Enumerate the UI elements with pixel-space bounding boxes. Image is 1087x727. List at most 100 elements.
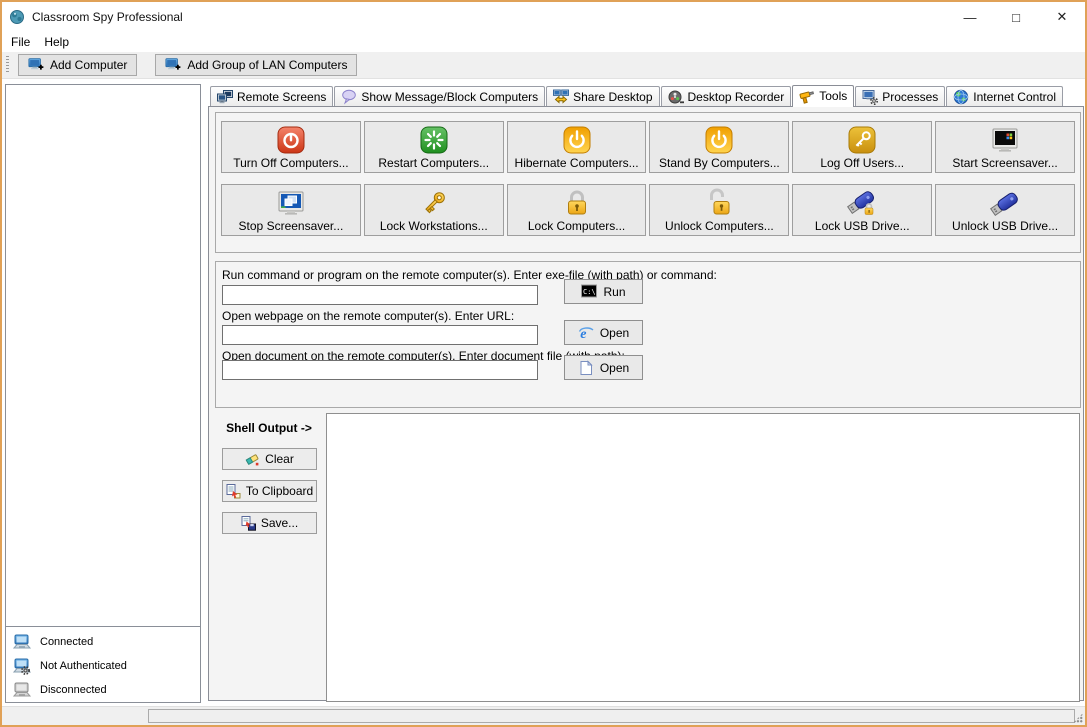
open-url-input[interactable] xyxy=(222,325,538,345)
menu-file[interactable]: File xyxy=(4,33,37,51)
computer-disconnected-icon xyxy=(12,682,32,699)
minimize-button[interactable]: — xyxy=(947,2,993,32)
tool-label: Restart Computers... xyxy=(378,156,489,170)
add-group-button[interactable]: Add Group of LAN Computers xyxy=(155,54,357,76)
open-url-label: Open webpage on the remote computer(s). … xyxy=(222,309,514,323)
toolbar: Add Computer Add Group of LAN Computers xyxy=(2,52,1085,79)
tab-tools[interactable]: Tools xyxy=(792,85,854,107)
tool-label: Log Off Users... xyxy=(820,156,904,170)
share-desktop-icon xyxy=(553,89,569,105)
turn-off-computers-button[interactable]: Turn Off Computers... xyxy=(221,121,361,173)
lock-workstations-button[interactable]: Lock Workstations... xyxy=(364,184,504,236)
save-button[interactable]: Save... xyxy=(222,512,317,534)
menu-help[interactable]: Help xyxy=(37,33,76,51)
document-icon xyxy=(578,360,594,376)
power-orange-icon xyxy=(703,124,735,156)
eraser-icon xyxy=(244,451,260,467)
run-button[interactable]: C:\ Run xyxy=(564,279,643,304)
legend-label: Disconnected xyxy=(40,684,107,696)
legend-item-not-authenticated: Not Authenticated xyxy=(6,654,200,678)
start-screensaver-button[interactable]: Start Screensaver... xyxy=(935,121,1075,173)
clear-button-label: Clear xyxy=(265,452,294,466)
padlock-closed-icon xyxy=(561,187,593,219)
lock-usb-drive-button[interactable]: Lock USB Drive... xyxy=(792,184,932,236)
computer-connected-icon xyxy=(12,634,32,651)
tab-remote-screens[interactable]: Remote Screens xyxy=(210,86,333,106)
screensaver-stop-icon xyxy=(275,187,307,219)
tool-label: Stand By Computers... xyxy=(659,156,780,170)
legend-item-connected: Connected xyxy=(6,630,200,654)
status-legend: Connected Not Authenticated Disconnected xyxy=(5,626,201,703)
legend-item-disconnected: Disconnected xyxy=(6,678,200,702)
tab-internet-control[interactable]: Internet Control xyxy=(946,86,1063,106)
to-clipboard-button-label: To Clipboard xyxy=(246,484,313,498)
computer-not-authenticated-icon xyxy=(12,658,32,675)
toolbar-gripper[interactable] xyxy=(6,56,9,74)
tab-label: Internet Control xyxy=(973,90,1056,104)
shell-output-title: Shell Output -> xyxy=(226,421,312,435)
copy-to-clipboard-icon xyxy=(225,483,241,499)
unlock-usb-drive-button[interactable]: Unlock USB Drive... xyxy=(935,184,1075,236)
tabstrip: Remote Screens Show Message/Block Comput… xyxy=(208,84,1084,106)
computer-list[interactable] xyxy=(5,84,201,627)
to-clipboard-button[interactable]: To Clipboard xyxy=(222,480,317,502)
open-document-input[interactable] xyxy=(222,360,538,380)
tool-label: Start Screensaver... xyxy=(952,156,1057,170)
tool-label: Lock Workstations... xyxy=(380,219,488,233)
menubar: File Help xyxy=(2,32,1085,52)
shell-output-controls: Shell Output -> Clear To Clipboard xyxy=(212,413,326,534)
drill-tool-icon xyxy=(799,88,815,104)
tool-label: Lock USB Drive... xyxy=(815,219,910,233)
stand-by-computers-button[interactable]: Stand By Computers... xyxy=(649,121,789,173)
unlock-computers-button[interactable]: Unlock Computers... xyxy=(649,184,789,236)
window-controls: — □ ✕ xyxy=(947,2,1085,32)
save-button-label: Save... xyxy=(261,516,298,530)
maximize-button[interactable]: □ xyxy=(993,2,1039,32)
tab-share-desktop[interactable]: Share Desktop xyxy=(546,86,659,106)
hibernate-computers-button[interactable]: Hibernate Computers... xyxy=(507,121,647,173)
tab-label: Show Message/Block Computers xyxy=(361,90,538,104)
add-computer-button[interactable]: Add Computer xyxy=(18,54,137,76)
remote-screens-icon xyxy=(217,89,233,105)
usb-icon xyxy=(989,187,1021,219)
legend-label: Connected xyxy=(40,636,93,648)
window-title: Classroom Spy Professional xyxy=(32,10,183,24)
svg-text:C:\: C:\ xyxy=(583,287,596,295)
globe-icon xyxy=(953,89,969,105)
tool-label: Hibernate Computers... xyxy=(515,156,639,170)
open-url-button-label: Open xyxy=(600,326,629,340)
stop-screensaver-button[interactable]: Stop Screensaver... xyxy=(221,184,361,236)
clear-button[interactable]: Clear xyxy=(222,448,317,470)
add-computer-icon xyxy=(28,57,44,73)
titlebar: Classroom Spy Professional — □ ✕ xyxy=(2,2,1085,32)
close-button[interactable]: ✕ xyxy=(1039,2,1085,32)
run-command-input[interactable] xyxy=(222,285,538,305)
tab-processes[interactable]: Processes xyxy=(855,86,945,106)
content-area: Remote Screens Show Message/Block Comput… xyxy=(208,84,1084,703)
key-amber-square-icon xyxy=(846,124,878,156)
lock-computers-button[interactable]: Lock Computers... xyxy=(507,184,647,236)
tab-show-message-block[interactable]: Show Message/Block Computers xyxy=(334,86,545,106)
power-tools-group: Turn Off Computers... Restart Computers.… xyxy=(215,112,1081,253)
open-document-button[interactable]: Open xyxy=(564,355,643,380)
restart-computers-button[interactable]: Restart Computers... xyxy=(364,121,504,173)
tool-label: Lock Computers... xyxy=(528,219,625,233)
legend-label: Not Authenticated xyxy=(40,660,127,672)
browser-e-icon: e xyxy=(578,325,594,341)
restart-green-icon xyxy=(418,124,450,156)
screensaver-start-icon xyxy=(989,124,1021,156)
tab-label: Processes xyxy=(882,90,938,104)
log-off-users-button[interactable]: Log Off Users... xyxy=(792,121,932,173)
open-document-button-label: Open xyxy=(600,361,629,375)
app-globe-icon xyxy=(9,9,25,25)
add-computer-label: Add Computer xyxy=(50,58,127,72)
tab-desktop-recorder[interactable]: Desktop Recorder xyxy=(661,86,792,106)
sidebar: Connected Not Authenticated Disconnected xyxy=(5,84,201,703)
add-group-icon xyxy=(165,57,181,73)
shell-output-area[interactable] xyxy=(326,413,1080,702)
power-off-red-icon xyxy=(275,124,307,156)
open-url-button[interactable]: e Open xyxy=(564,320,643,345)
run-button-label: Run xyxy=(603,285,625,299)
tools-tab-panel: Turn Off Computers... Restart Computers.… xyxy=(208,106,1084,701)
film-reel-icon xyxy=(668,89,684,105)
